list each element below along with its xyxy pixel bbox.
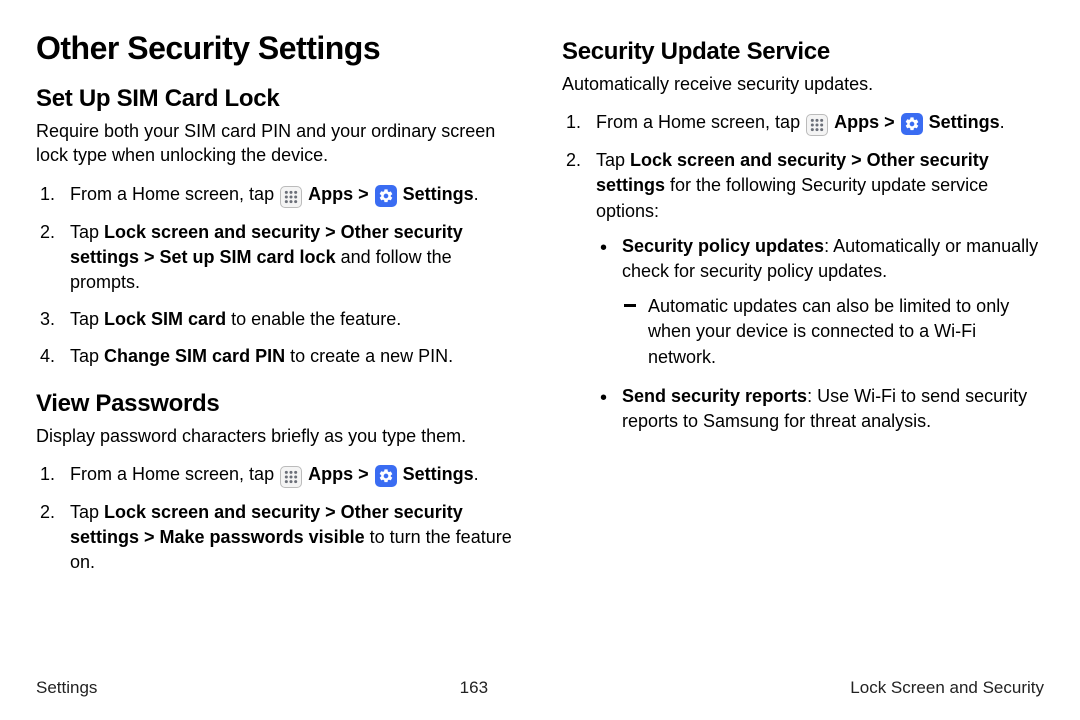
text: Tap [70,222,104,242]
settings-icon [375,185,397,207]
text: Tap [70,346,104,366]
apps-icon [280,186,302,208]
text: Automatic updates can also be limited to… [648,296,1009,366]
text: Tap [70,309,104,329]
text-bold: Lock screen and security [104,222,320,242]
chevron-icon: > [879,112,900,132]
text: to create a new PIN. [285,346,453,366]
text-bold: Change SIM card PIN [104,346,285,366]
text: From a Home screen, tap [70,464,279,484]
text-bold: Set up SIM card lock [160,247,336,267]
settings-icon [901,113,923,135]
apps-label: Apps [308,184,353,204]
settings-label: Settings [403,184,474,204]
list-item: Send security reports: Use Wi-Fi to send… [596,384,1044,434]
text-bold: Send security reports [622,386,807,406]
text: . [1000,112,1005,132]
section-sim-lock-lead: Require both your SIM card PIN and your … [36,119,518,168]
right-column: Security Update Service Automatically re… [562,30,1044,670]
text: From a Home screen, tap [70,184,279,204]
list-item: Tap Lock SIM card to enable the feature. [36,307,518,332]
text: From a Home screen, tap [596,112,805,132]
text: . [474,464,479,484]
list-item: Tap Change SIM card PIN to create a new … [36,344,518,369]
text: . [474,184,479,204]
text-bold: Make passwords visible [160,527,365,547]
security-update-bullets: Security policy updates: Automatically o… [596,234,1044,434]
footer-page-number: 163 [460,678,488,698]
settings-label: Settings [929,112,1000,132]
view-passwords-steps: From a Home screen, tap Apps > Settings.… [36,462,518,576]
apps-icon [806,114,828,136]
section-sim-lock-title: Set Up SIM Card Lock [36,85,518,113]
list-item: From a Home screen, tap Apps > Settings. [36,182,518,208]
chevron-icon: > [139,527,160,547]
section-security-update-title: Security Update Service [562,38,1044,66]
list-item: Automatic updates can also be limited to… [622,294,1044,370]
text: Tap [70,502,104,522]
left-column: Other Security Settings Set Up SIM Card … [36,30,518,670]
settings-label: Settings [403,464,474,484]
chevron-icon: > [353,464,374,484]
list-item: Tap Lock screen and security > Other sec… [36,500,518,576]
apps-label: Apps [834,112,879,132]
footer-right: Lock Screen and Security [850,678,1044,698]
chevron-icon: > [846,150,867,170]
content-columns: Other Security Settings Set Up SIM Card … [36,30,1044,670]
chevron-icon: > [139,247,160,267]
security-update-steps: From a Home screen, tap Apps > Settings.… [562,110,1044,434]
list-item: Tap Lock screen and security > Other sec… [562,148,1044,434]
text-bold: Lock screen and security [104,502,320,522]
list-item: Security policy updates: Automatically o… [596,234,1044,370]
section-view-passwords-lead: Display password characters briefly as y… [36,424,518,448]
chevron-icon: > [320,222,341,242]
settings-icon [375,465,397,487]
text-bold: Lock screen and security [630,150,846,170]
list-item: From a Home screen, tap Apps > Settings. [562,110,1044,136]
list-item: Tap Lock screen and security > Other sec… [36,220,518,296]
text: to enable the feature. [226,309,401,329]
chevron-icon: > [320,502,341,522]
chevron-icon: > [353,184,374,204]
page-footer: Settings 163 Lock Screen and Security [36,678,1044,698]
sub-dash-list: Automatic updates can also be limited to… [622,294,1044,370]
page-title: Other Security Settings [36,30,518,67]
sim-lock-steps: From a Home screen, tap Apps > Settings.… [36,182,518,370]
apps-icon [280,466,302,488]
section-view-passwords-title: View Passwords [36,390,518,418]
text-bold: Security policy updates [622,236,824,256]
text: Tap [596,150,630,170]
apps-label: Apps [308,464,353,484]
text-bold: Lock SIM card [104,309,226,329]
section-security-update-lead: Automatically receive security updates. [562,72,1044,96]
footer-left: Settings [36,678,97,698]
list-item: From a Home screen, tap Apps > Settings. [36,462,518,488]
